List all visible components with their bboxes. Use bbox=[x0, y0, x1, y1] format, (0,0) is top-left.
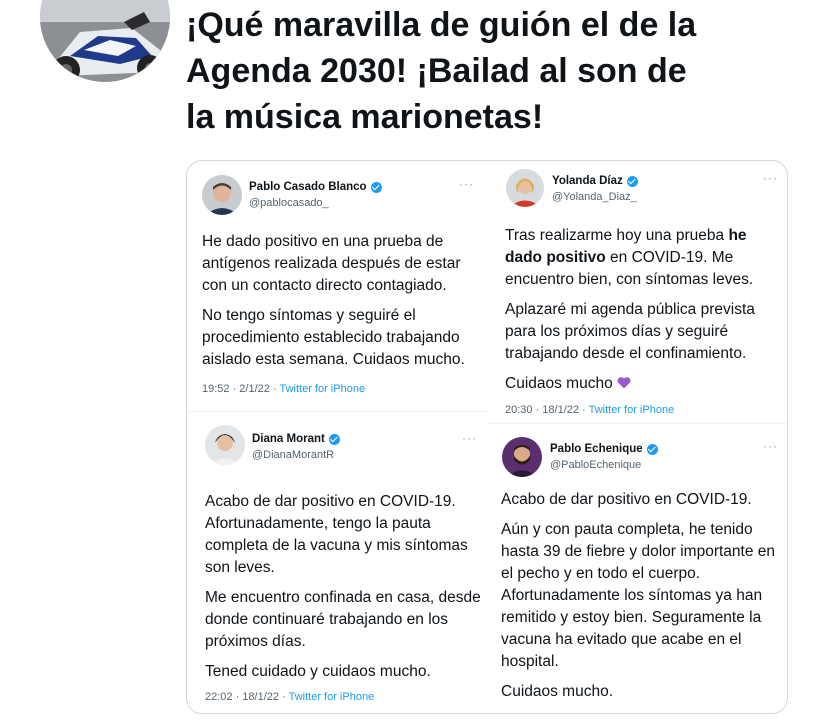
tweet-author-handle: @Yolanda_Diaz_ bbox=[552, 191, 637, 203]
avatar-morant bbox=[205, 425, 245, 465]
tweet-body: He dado positivo en una prueba de antíge… bbox=[202, 233, 465, 368]
more-options-icon[interactable]: ··· bbox=[462, 431, 477, 445]
tweet-body: Tras realizarme hoy una prueba he dado p… bbox=[505, 227, 755, 392]
verified-badge-icon bbox=[370, 181, 382, 193]
embedded-image[interactable]: Pablo Casado Blanco @pablocasado_ ··· He… bbox=[186, 160, 788, 714]
more-options-icon[interactable]: ··· bbox=[763, 439, 778, 453]
more-options-icon[interactable]: ··· bbox=[459, 177, 474, 191]
person-avatar-icon bbox=[205, 425, 245, 465]
collage-divider bbox=[488, 423, 787, 424]
tweet-author-handle: @pablocasado_ bbox=[249, 197, 329, 209]
tweet-author-name[interactable]: Diana Morant bbox=[252, 433, 340, 445]
tweet-source-link[interactable]: Twitter for iPhone bbox=[289, 691, 375, 703]
embedded-tweet-echenique: Pablo Echenique @PabloEchenique ··· Acab… bbox=[488, 425, 787, 713]
collage-divider bbox=[187, 411, 488, 412]
tweet-body: Acabo de dar positivo en COVID-19. Aún y… bbox=[501, 491, 776, 700]
motorcycle-photo-icon bbox=[40, 0, 170, 82]
tweet-timestamp: 20:30 · 18/1/22 · Twitter for iPhone bbox=[505, 404, 675, 416]
verified-badge-icon bbox=[626, 175, 638, 187]
tweet-author-name[interactable]: Yolanda Díaz bbox=[552, 175, 638, 187]
verified-badge-icon bbox=[328, 433, 340, 445]
more-options-icon[interactable]: ··· bbox=[763, 171, 778, 185]
tweet-timestamp: 19:52 · 2/1/22 · Twitter for iPhone bbox=[202, 383, 366, 395]
embedded-tweet-morant: Diana Morant @DianaMorantR ··· Acabo de … bbox=[187, 413, 488, 713]
person-avatar-icon bbox=[502, 437, 542, 477]
tweet-page: ¡Qué maravilla de guión el de la Agenda … bbox=[0, 0, 828, 728]
avatar-echenique bbox=[502, 437, 542, 477]
tweet-author-handle: @PabloEchenique bbox=[550, 459, 642, 471]
avatar-casado bbox=[202, 175, 242, 215]
person-avatar-icon bbox=[506, 169, 544, 207]
person-avatar-icon bbox=[202, 175, 242, 215]
post-text: ¡Qué maravilla de guión el de la Agenda … bbox=[186, 6, 697, 136]
purple-heart-icon bbox=[617, 377, 631, 389]
embedded-tweet-casado: Pablo Casado Blanco @pablocasado_ ··· He… bbox=[187, 161, 488, 411]
tweet-timestamp: 22:02 · 18/1/22 · Twitter for iPhone bbox=[205, 691, 375, 703]
tweet-source-link[interactable]: Twitter for iPhone bbox=[589, 404, 675, 416]
embedded-tweet-diaz: Yolanda Díaz @Yolanda_Diaz_ ··· Tras rea… bbox=[488, 161, 787, 423]
poster-avatar[interactable] bbox=[40, 0, 170, 82]
avatar-diaz bbox=[506, 169, 544, 207]
tweet-author-name[interactable]: Pablo Echenique bbox=[550, 443, 658, 455]
verified-badge-icon bbox=[646, 443, 658, 455]
tweet-author-name[interactable]: Pablo Casado Blanco bbox=[249, 181, 382, 193]
tweet-author-handle: @DianaMorantR bbox=[252, 449, 335, 461]
tweet-source-link[interactable]: Twitter for iPhone bbox=[279, 383, 365, 395]
tweet-body: Acabo de dar positivo en COVID-19. Afort… bbox=[205, 493, 481, 680]
